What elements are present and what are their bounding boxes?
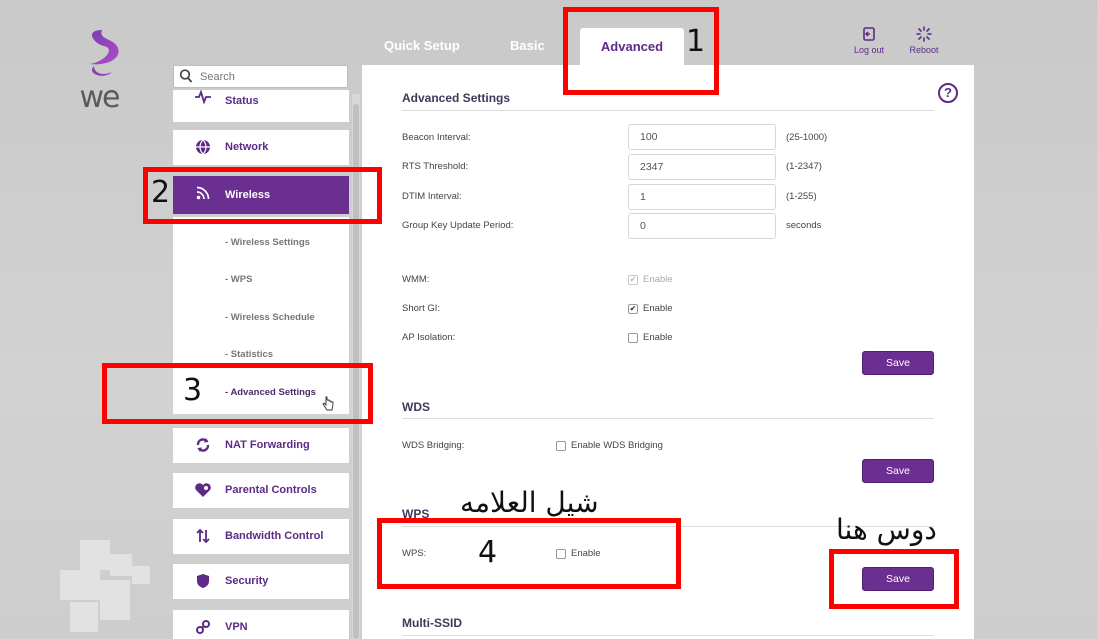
divider: [402, 635, 934, 636]
wds-enable-label: Enable WDS Bridging: [571, 440, 663, 451]
subnav-statistics[interactable]: - Statistics: [225, 349, 273, 360]
group-key-input[interactable]: [628, 213, 776, 239]
ap-isolation-enable-label: Enable: [643, 332, 673, 343]
rts-threshold-hint: (1-2347): [786, 161, 822, 172]
short-gi-enable-label: Enable: [643, 303, 673, 314]
advanced-save-button[interactable]: Save: [862, 351, 934, 375]
globe-icon: [193, 139, 213, 158]
multi-ssid-title: Multi-SSID: [402, 616, 462, 630]
tab-basic[interactable]: Basic: [510, 38, 545, 53]
sidebar-item-status[interactable]: Status: [173, 90, 349, 122]
annotation-number-4: 4: [478, 535, 498, 570]
short-gi-checkbox[interactable]: ✔: [628, 304, 638, 314]
reboot-label: Reboot: [909, 45, 939, 55]
wds-title: WDS: [402, 400, 430, 414]
annotation-box-5: [829, 549, 959, 609]
shield-icon: [193, 573, 213, 592]
sidebar-item-network[interactable]: Network: [173, 130, 349, 165]
sidebar-item-label: Network: [225, 141, 269, 153]
sidebar-item-vpn[interactable]: VPN: [173, 610, 349, 639]
annotation-remove-check-text: شيل العلامه: [460, 486, 599, 519]
wmm-label: WMM:: [402, 274, 430, 285]
annotation-number-2: 2: [151, 175, 171, 210]
logo-swirl-icon: [90, 30, 119, 76]
sidebar-item-label: Security: [225, 575, 269, 587]
advanced-settings-title: Advanced Settings: [402, 91, 511, 105]
sidebar-item-label: Status: [225, 95, 259, 107]
annotation-click-here-text: دوس هنا: [836, 513, 937, 546]
heart-icon: [193, 482, 213, 501]
sidebar-item-parental-controls[interactable]: Parental Controls: [173, 473, 349, 508]
tab-quick-setup[interactable]: Quick Setup: [384, 38, 460, 53]
reboot-icon: [906, 26, 942, 45]
reboot-button[interactable]: Reboot: [906, 26, 942, 55]
annotation-number-3: 3: [183, 373, 203, 408]
rts-threshold-input[interactable]: [628, 154, 776, 180]
link-icon: [193, 619, 213, 638]
logout-icon: [852, 26, 886, 45]
refresh-icon: [193, 437, 213, 456]
help-icon[interactable]: ?: [938, 83, 958, 103]
search-icon: [179, 68, 193, 87]
wmm-enable-label: Enable: [643, 274, 673, 285]
sidebar-item-nat-forwarding[interactable]: NAT Forwarding: [173, 428, 349, 463]
sidebar-item-label: Parental Controls: [225, 484, 317, 496]
beacon-interval-input[interactable]: [628, 124, 776, 150]
ap-isolation-label: AP Isolation:: [402, 332, 456, 343]
divider: [402, 110, 934, 111]
wds-bridging-checkbox[interactable]: [556, 441, 566, 451]
arrows-icon: [193, 528, 213, 547]
beacon-interval-hint: (25-1000): [786, 132, 828, 143]
sidebar-item-security[interactable]: Security: [173, 564, 349, 599]
sidebar-item-label: NAT Forwarding: [225, 439, 310, 451]
sidebar-item-bandwidth-control[interactable]: Bandwidth Control: [173, 519, 349, 554]
logo-text: we: [79, 80, 121, 115]
wmm-checkbox[interactable]: ✔: [628, 275, 638, 285]
divider: [402, 418, 934, 419]
pulse-icon: [193, 90, 213, 107]
wds-bridging-label: WDS Bridging:: [402, 440, 465, 451]
subnav-wps[interactable]: - WPS: [225, 274, 252, 285]
brand-logo: we: [64, 26, 134, 115]
search-input[interactable]: [200, 69, 340, 85]
dtim-interval-hint: (1-255): [786, 191, 817, 202]
subnav-wireless-settings[interactable]: - Wireless Settings: [225, 237, 310, 248]
logout-label: Log out: [853, 45, 885, 55]
annotation-box-3: [102, 363, 373, 424]
dtim-interval-label: DTIM Interval:: [402, 191, 462, 202]
wds-save-button[interactable]: Save: [862, 459, 934, 483]
subnav-wireless-schedule[interactable]: - Wireless Schedule: [225, 312, 315, 323]
beacon-interval-label: Beacon Interval:: [402, 132, 471, 143]
ap-isolation-checkbox[interactable]: [628, 333, 638, 343]
group-key-label: Group Key Update Period:: [402, 220, 514, 231]
sidebar-item-label: Bandwidth Control: [225, 530, 324, 542]
short-gi-label: Short GI:: [402, 303, 441, 314]
group-key-hint: seconds: [786, 220, 822, 231]
logout-button[interactable]: Log out: [852, 26, 886, 55]
sidebar-item-label: VPN: [225, 621, 248, 633]
rts-threshold-label: RTS Threshold:: [402, 161, 469, 172]
search-box[interactable]: [173, 65, 348, 88]
annotation-box-2: [143, 167, 382, 224]
annotation-number-1: 1: [686, 24, 706, 59]
annotation-box-4: [377, 518, 681, 589]
dtim-interval-input[interactable]: [628, 184, 776, 210]
